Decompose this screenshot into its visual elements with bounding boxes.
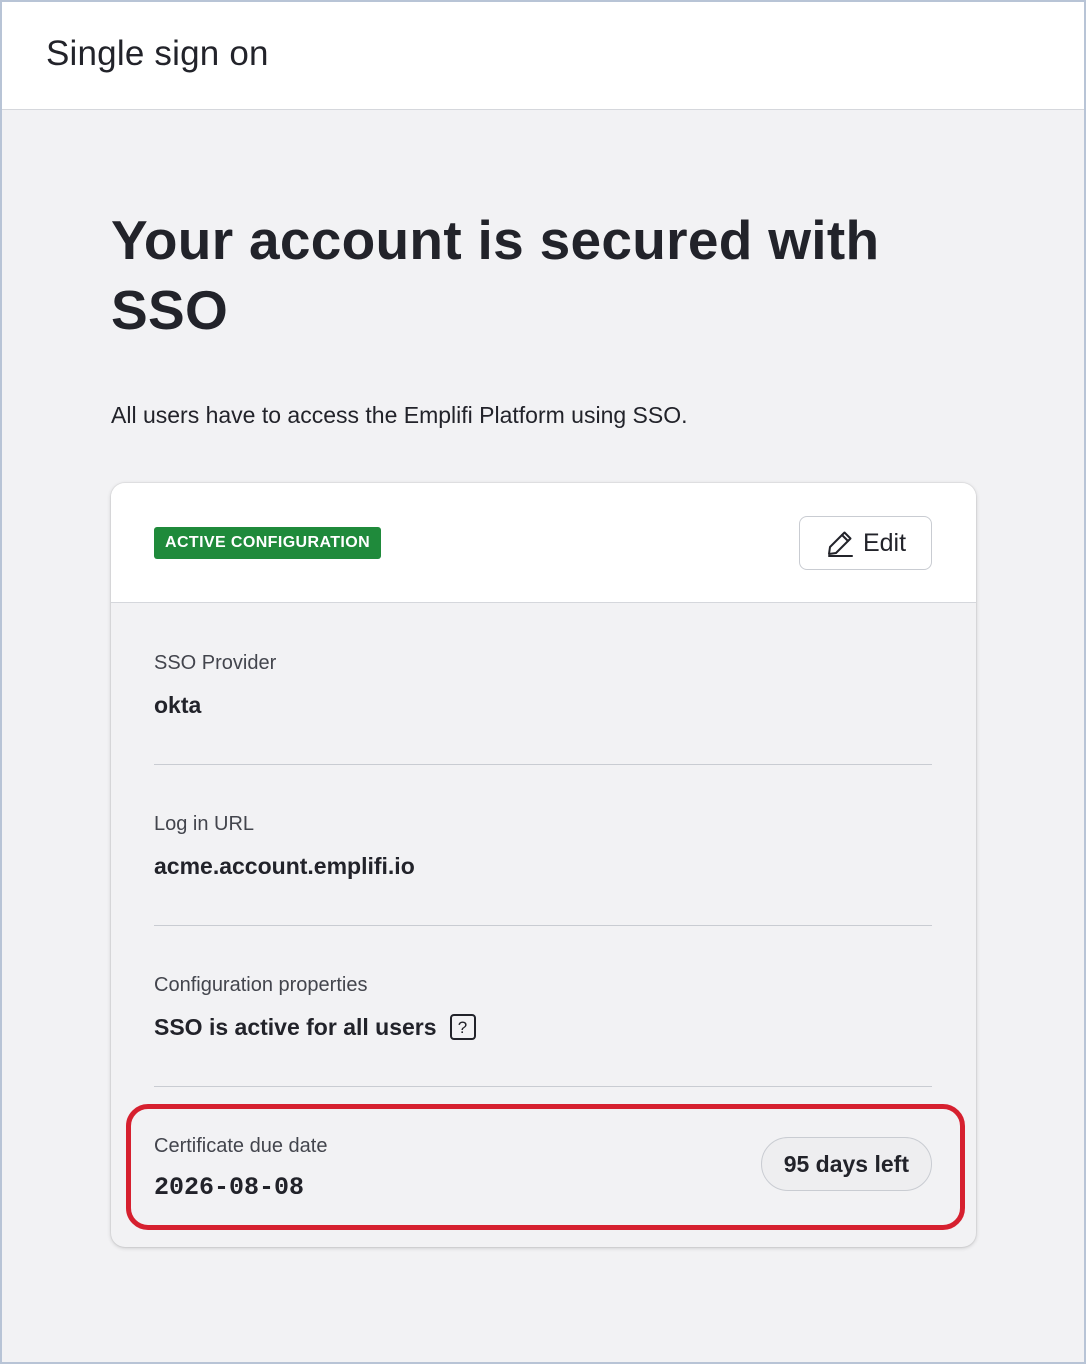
hero-title: Your account is secured with SSO	[111, 209, 880, 341]
edit-button[interactable]: Edit	[799, 516, 932, 570]
config-properties-value: SSO is active for all users	[154, 1014, 437, 1040]
page-title: Single sign on	[46, 33, 269, 73]
config-properties-value-wrap: SSO is active for all users ?	[154, 1013, 932, 1041]
certificate-due-row: Certificate due date 2026-08-08 95 days …	[154, 1134, 932, 1202]
sso-provider-label: SSO Provider	[154, 652, 277, 674]
login-url-value: acme.account.emplifi.io	[154, 853, 415, 879]
sso-provider-row: SSO Provider okta	[154, 651, 932, 719]
config-properties-row: Configuration properties SSO is active f…	[154, 973, 932, 1041]
login-url-row: Log in URL acme.account.emplifi.io	[154, 812, 932, 880]
divider	[154, 1086, 932, 1087]
main-content: Your account is secured with SSO All use…	[2, 205, 1084, 430]
app-frame: Single sign on Your account is secured w…	[0, 0, 1086, 1364]
sso-config-card: ACTIVE CONFIGURATION Edit SSO Provider o…	[111, 483, 976, 1247]
edit-button-label: Edit	[862, 528, 907, 557]
pencil-icon	[827, 531, 853, 557]
divider	[154, 764, 932, 765]
sso-provider-value: okta	[154, 692, 202, 718]
hero-subtitle: All users have to access the Emplifi Pla…	[111, 402, 688, 428]
card-header: ACTIVE CONFIGURATION Edit	[111, 483, 976, 603]
config-properties-label: Configuration properties	[154, 974, 368, 996]
divider	[154, 925, 932, 926]
top-bar: Single sign on	[2, 2, 1084, 110]
login-url-label: Log in URL	[154, 813, 255, 835]
question-mark-icon[interactable]: ?	[449, 1014, 476, 1040]
days-left-badge: 95 days left	[760, 1137, 932, 1191]
status-badge: ACTIVE CONFIGURATION	[154, 527, 382, 559]
